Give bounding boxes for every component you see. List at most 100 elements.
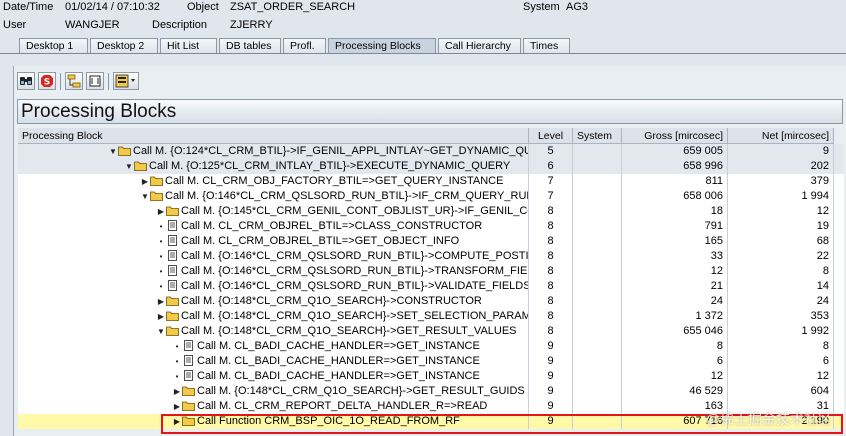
document-icon <box>184 370 193 381</box>
hierarchy-button[interactable] <box>65 72 83 90</box>
expand-toggle-icon[interactable]: ▶ <box>156 294 166 309</box>
table-row[interactable]: ▶ Call M. CL_CRM_OBJ_FACTORY_BTIL=>GET_QU… <box>18 174 844 189</box>
table-row[interactable]: ▼ Call M. {O:124*CL_CRM_BTIL}->IF_GENIL_A… <box>18 144 844 159</box>
expand-toggle-icon[interactable]: ▶ <box>172 399 182 414</box>
tab-times[interactable]: Times <box>523 38 570 53</box>
system-cell <box>573 279 622 294</box>
system-cell <box>573 249 622 264</box>
collapse-toggle-icon[interactable]: ▼ <box>108 144 118 159</box>
description-label: Description <box>152 19 208 31</box>
folder-icon <box>166 206 179 216</box>
processing-block-cell: • Call M. CL_CRM_OBJREL_BTIL=>GET_OBJECT_… <box>18 234 529 249</box>
processing-block-cell: • Call M. CL_CRM_OBJREL_BTIL=>CLASS_CONST… <box>18 219 529 234</box>
system-cell <box>573 354 622 369</box>
tab-profl[interactable]: Profl. <box>283 38 326 53</box>
col-header-level[interactable]: Level <box>529 128 573 144</box>
processing-block-label: Call M. CL_BADI_CACHE_HANDLER=>GET_INSTA… <box>197 355 480 367</box>
processing-block-label: Call M. CL_CRM_OBJREL_BTIL=>GET_OBJECT_I… <box>181 235 460 247</box>
level-cell: 8 <box>529 204 573 219</box>
col-header-processing-block[interactable]: Processing Block <box>18 128 529 144</box>
gross-cell: 12 <box>622 264 728 279</box>
document-icon <box>168 265 177 276</box>
level-cell: 8 <box>529 264 573 279</box>
processing-block-label: Call M. {O:145*CL_CRM_GENIL_CONT_OBJLIST… <box>181 205 528 217</box>
stop-button[interactable]: S <box>38 72 56 90</box>
leaf-bullet-icon: • <box>159 267 163 276</box>
processing-block-cell: ▶ Call M. {O:148*CL_CRM_Q1O_SEARCH}->SET_… <box>18 309 529 324</box>
gross-cell: 33 <box>622 249 728 264</box>
net-cell: 14 <box>728 279 834 294</box>
net-cell: 353 <box>728 309 834 324</box>
level-cell: 9 <box>529 384 573 399</box>
level-cell: 5 <box>529 144 573 159</box>
folder-icon <box>150 191 163 201</box>
expand-toggle-icon[interactable]: ▶ <box>172 414 182 429</box>
collapse-toggle-icon[interactable]: ▼ <box>124 159 134 174</box>
level-cell: 8 <box>529 324 573 339</box>
tab-strip: Desktop 1 Desktop 2 Hit List DB tables P… <box>0 37 846 54</box>
leaf-bullet-icon: • <box>159 222 163 231</box>
net-cell: 6 <box>728 354 834 369</box>
level-cell: 7 <box>529 174 573 189</box>
expand-toggle-icon[interactable]: ▶ <box>140 174 150 189</box>
gross-cell: 6 <box>622 354 728 369</box>
processing-block-cell: ▶ Call M. {O:145*CL_CRM_GENIL_CONT_OBJLIS… <box>18 204 529 219</box>
tab-db-tables[interactable]: DB tables <box>219 38 281 53</box>
leaf-bullet-icon: • <box>175 372 179 381</box>
user-label: User <box>3 19 27 31</box>
folder-icon <box>166 296 179 306</box>
level-cell: 9 <box>529 399 573 414</box>
leaf-bullet-icon: • <box>159 237 163 246</box>
hierarchy-icon <box>67 74 81 88</box>
tab-desktop-2[interactable]: Desktop 2 <box>90 38 158 53</box>
folder-icon <box>134 161 147 171</box>
toolbar-separator <box>60 73 61 90</box>
processing-blocks-panel: S Processing Blocks Processing Block Lev… <box>13 66 846 436</box>
gross-cell: 12 <box>622 369 728 384</box>
collapse-toggle-icon[interactable]: ▼ <box>140 189 150 204</box>
table-row[interactable]: • Call M. CL_CRM_OBJREL_BTIL=>CLASS_CONST… <box>18 219 844 234</box>
level-cell: 8 <box>529 279 573 294</box>
object-label: Object <box>187 1 219 13</box>
tab-call-hierarchy[interactable]: Call Hierarchy <box>438 38 521 53</box>
leaf-bullet-icon: • <box>159 282 163 291</box>
expand-toggle-icon[interactable]: ▶ <box>172 384 182 399</box>
document-icon <box>184 355 193 366</box>
expand-button[interactable] <box>86 72 104 90</box>
tab-hit-list[interactable]: Hit List <box>160 38 217 53</box>
col-header-net[interactable]: Net [mircosec] <box>728 128 834 144</box>
table-row[interactable]: ▶ Call M. {O:148*CL_CRM_Q1O_SEARCH}->SET_… <box>18 309 844 324</box>
processing-block-label: Call M. {O:125*CL_CRM_INTLAY_BTIL}->EXEC… <box>149 160 511 172</box>
net-cell: 12 <box>728 369 834 384</box>
table-row[interactable]: ▼ Call M. {O:148*CL_CRM_Q1O_SEARCH}->GET_… <box>18 324 844 339</box>
col-header-gross[interactable]: Gross [mircosec] <box>622 128 728 144</box>
table-row[interactable]: ▶ Call M. {O:148*CL_CRM_Q1O_SEARCH}->GET_… <box>18 384 844 399</box>
gross-cell: 658 006 <box>622 189 728 204</box>
find-button[interactable] <box>17 72 35 90</box>
system-cell <box>573 189 622 204</box>
table-row[interactable]: • Call M. CL_BADI_CACHE_HANDLER=>GET_INST… <box>18 339 844 354</box>
table-row[interactable]: • Call M. {O:146*CL_CRM_QSLSORD_RUN_BTIL}… <box>18 264 844 279</box>
expand-toggle-icon[interactable]: ▶ <box>156 309 166 324</box>
expand-toggle-icon[interactable]: ▶ <box>156 204 166 219</box>
table-row[interactable]: ▼ Call M. {O:125*CL_CRM_INTLAY_BTIL}->EXE… <box>18 159 844 174</box>
user-value: WANGJER <box>65 19 120 31</box>
table-row[interactable]: • Call M. {O:146*CL_CRM_QSLSORD_RUN_BTIL}… <box>18 249 844 264</box>
table-row[interactable]: • Call M. CL_BADI_CACHE_HANDLER=>GET_INST… <box>18 369 844 384</box>
table-row[interactable]: • Call M. CL_CRM_OBJREL_BTIL=>GET_OBJECT_… <box>18 234 844 249</box>
table-row[interactable]: • Call M. CL_BADI_CACHE_HANDLER=>GET_INST… <box>18 354 844 369</box>
collapse-toggle-icon[interactable]: ▼ <box>156 324 166 339</box>
tab-processing-blocks[interactable]: Processing Blocks <box>328 38 436 53</box>
net-cell: 22 <box>728 249 834 264</box>
table-row[interactable]: • Call M. {O:146*CL_CRM_QSLSORD_RUN_BTIL}… <box>18 279 844 294</box>
document-icon <box>168 280 177 291</box>
layout-button[interactable] <box>113 72 139 90</box>
table-row[interactable]: ▶ Call M. {O:145*CL_CRM_GENIL_CONT_OBJLIS… <box>18 204 844 219</box>
table-row[interactable]: ▶ Call M. {O:148*CL_CRM_Q1O_SEARCH}->CONS… <box>18 294 844 309</box>
processing-block-cell: • Call M. CL_BADI_CACHE_HANDLER=>GET_INST… <box>18 339 529 354</box>
col-header-system[interactable]: System <box>573 128 622 144</box>
tab-desktop-1[interactable]: Desktop 1 <box>19 38 88 53</box>
table-row[interactable]: ▼ Call M. {O:146*CL_CRM_QSLSORD_RUN_BTIL}… <box>18 189 844 204</box>
processing-block-cell: • Call M. {O:146*CL_CRM_QSLSORD_RUN_BTIL}… <box>18 264 529 279</box>
processing-block-cell: • Call M. CL_BADI_CACHE_HANDLER=>GET_INST… <box>18 354 529 369</box>
